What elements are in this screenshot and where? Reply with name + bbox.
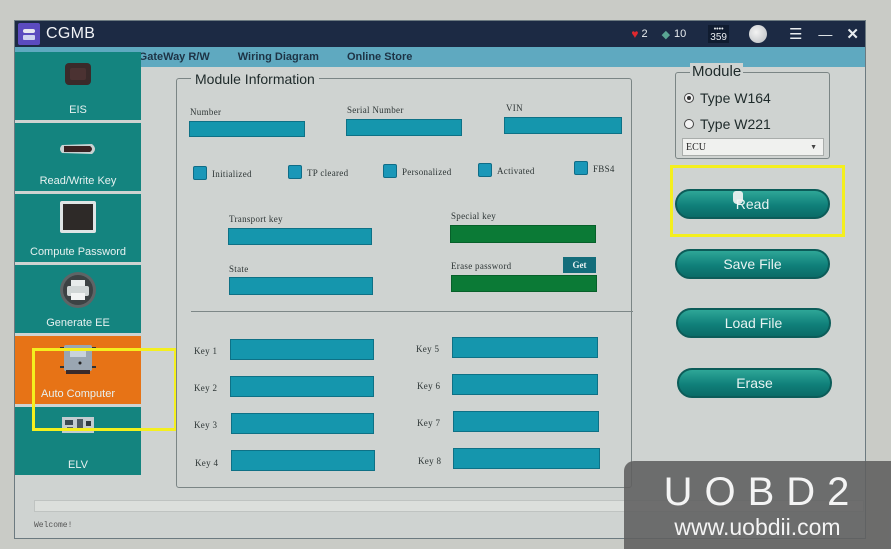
radio-selected-icon[interactable] <box>684 93 694 103</box>
type-w164-option[interactable]: Type W164 <box>684 90 771 106</box>
highlight-read-button <box>670 165 845 237</box>
key-2-label: Key 2 <box>194 383 218 393</box>
state-label: State <box>229 264 249 274</box>
number-field[interactable] <box>189 121 305 137</box>
menu-online-store[interactable]: Online Store <box>347 51 412 63</box>
key-8-label: Key 8 <box>418 456 442 466</box>
status-message: Welcome! <box>34 521 73 530</box>
title-bar: CGMB ♥ 2 ◆ 10 •••• 359 ☰ — ✕ <box>15 21 865 47</box>
erase-button[interactable]: Erase <box>677 368 832 398</box>
sidebar-item-label: Read/Write Key <box>39 175 117 187</box>
save-file-button[interactable]: Save File <box>675 249 830 279</box>
close-icon[interactable]: ✕ <box>846 25 859 43</box>
key-5-field[interactable] <box>452 337 598 358</box>
key-3-label: Key 3 <box>194 420 218 430</box>
heart-icon: ♥ <box>631 27 639 41</box>
transport-key-field[interactable] <box>228 228 372 245</box>
erase-password-label: Erase password <box>451 261 512 271</box>
module-information-title: Module Information <box>191 71 319 87</box>
special-key-label: Special key <box>451 211 497 221</box>
chevron-down-icon[interactable]: ▼ <box>810 143 817 151</box>
key-4-field[interactable] <box>231 450 375 471</box>
personalized-label: Personalized <box>402 167 452 177</box>
counter-value: 359 <box>710 32 727 43</box>
key-1-label: Key 1 <box>194 346 218 356</box>
erase-password-field[interactable] <box>451 275 597 292</box>
serial-number-label: Serial Number <box>347 105 404 115</box>
app-title: CGMB <box>46 25 96 42</box>
load-file-button[interactable]: Load File <box>676 308 831 338</box>
activated-label: Activated <box>497 166 535 176</box>
watermark-url: www.uobdii.com <box>674 514 841 540</box>
key-2-field[interactable] <box>230 376 374 397</box>
title-bar-controls: ♥ 2 ◆ 10 •••• 359 ☰ — ✕ <box>617 21 859 47</box>
module-title: Module <box>690 63 744 80</box>
token-counter: •••• 359 <box>708 25 729 43</box>
tp-cleared-checkbox[interactable] <box>288 165 302 179</box>
user-avatar-icon[interactable] <box>748 25 767 43</box>
dropdown-value: ECU <box>686 141 706 153</box>
radio-unselected-icon[interactable] <box>684 119 694 129</box>
section-divider <box>191 311 633 312</box>
menu-gateway-rw[interactable]: GateWay R/W <box>139 51 210 63</box>
tp-cleared-label: TP cleared <box>307 168 349 178</box>
activated-checkbox[interactable] <box>478 163 492 177</box>
gems-counter: ◆ 10 <box>662 28 687 41</box>
key-4-label: Key 4 <box>195 458 219 468</box>
special-key-field[interactable] <box>450 225 596 243</box>
personalized-checkbox[interactable] <box>383 164 397 178</box>
hearts-value: 2 <box>641 28 648 40</box>
key-7-label: Key 7 <box>417 418 441 428</box>
printer-icon <box>59 271 97 314</box>
vin-field[interactable] <box>504 117 622 134</box>
sidebar-item-read-write-key[interactable]: Read/Write Key <box>15 123 141 191</box>
transport-key-label: Transport key <box>229 214 283 224</box>
hand-cursor-icon <box>733 191 743 204</box>
hamburger-menu-icon[interactable]: ☰ <box>789 25 802 43</box>
fbs4-checkbox[interactable] <box>574 161 588 175</box>
key-6-field[interactable] <box>452 374 598 395</box>
module-type-dropdown[interactable]: ECU ▼ <box>682 138 824 156</box>
type-w164-label: Type W164 <box>700 90 771 106</box>
gems-value: 10 <box>674 28 687 40</box>
sidebar-item-label: ELV <box>68 459 88 471</box>
sidebar-item-label: Generate EE <box>46 317 110 329</box>
key-8-field[interactable] <box>453 448 600 469</box>
initialized-checkbox[interactable] <box>193 166 207 180</box>
watermark-logo: UOBD2 <box>663 470 862 514</box>
initialized-label: Initialized <box>212 169 252 179</box>
fbs4-label: FBS4 <box>593 164 615 174</box>
get-erase-password-button[interactable]: Get <box>563 257 596 273</box>
serial-number-field[interactable] <box>346 119 462 136</box>
number-label: Number <box>190 107 222 117</box>
module-group: Module Type W164 Type W221 ECU ▼ <box>675 63 830 159</box>
watermark: UOBD2 www.uobdii.com <box>624 461 891 549</box>
highlight-auto-computer <box>32 348 177 431</box>
app-logo-icon <box>18 23 40 45</box>
key-5-label: Key 5 <box>416 344 440 354</box>
vin-label: VIN <box>506 103 523 113</box>
key-7-field[interactable] <box>453 411 599 432</box>
diamond-icon: ◆ <box>661 28 671 41</box>
key-3-field[interactable] <box>231 413 374 434</box>
car-key-icon <box>58 141 98 162</box>
sidebar-item-label: EIS <box>69 104 87 116</box>
module-information-group: Module Information Number Serial Number … <box>176 71 633 488</box>
state-field[interactable] <box>229 277 373 295</box>
sidebar-item-label: Compute Password <box>30 246 126 258</box>
menu-wiring-diagram[interactable]: Wiring Diagram <box>238 51 319 63</box>
type-w221-option[interactable]: Type W221 <box>684 116 771 132</box>
eis-module-icon <box>64 62 92 91</box>
sidebar-item-generate-ee[interactable]: Generate EE <box>15 265 141 333</box>
monitor-icon <box>59 200 97 239</box>
type-w221-label: Type W221 <box>700 116 771 132</box>
sidebar-item-eis[interactable]: EIS <box>15 52 141 120</box>
sidebar-item-compute-password[interactable]: Compute Password <box>15 194 141 262</box>
key-1-field[interactable] <box>230 339 374 360</box>
key-6-label: Key 6 <box>417 381 441 391</box>
hearts-counter: ♥ 2 <box>631 27 647 41</box>
minimize-icon[interactable]: — <box>818 26 832 42</box>
